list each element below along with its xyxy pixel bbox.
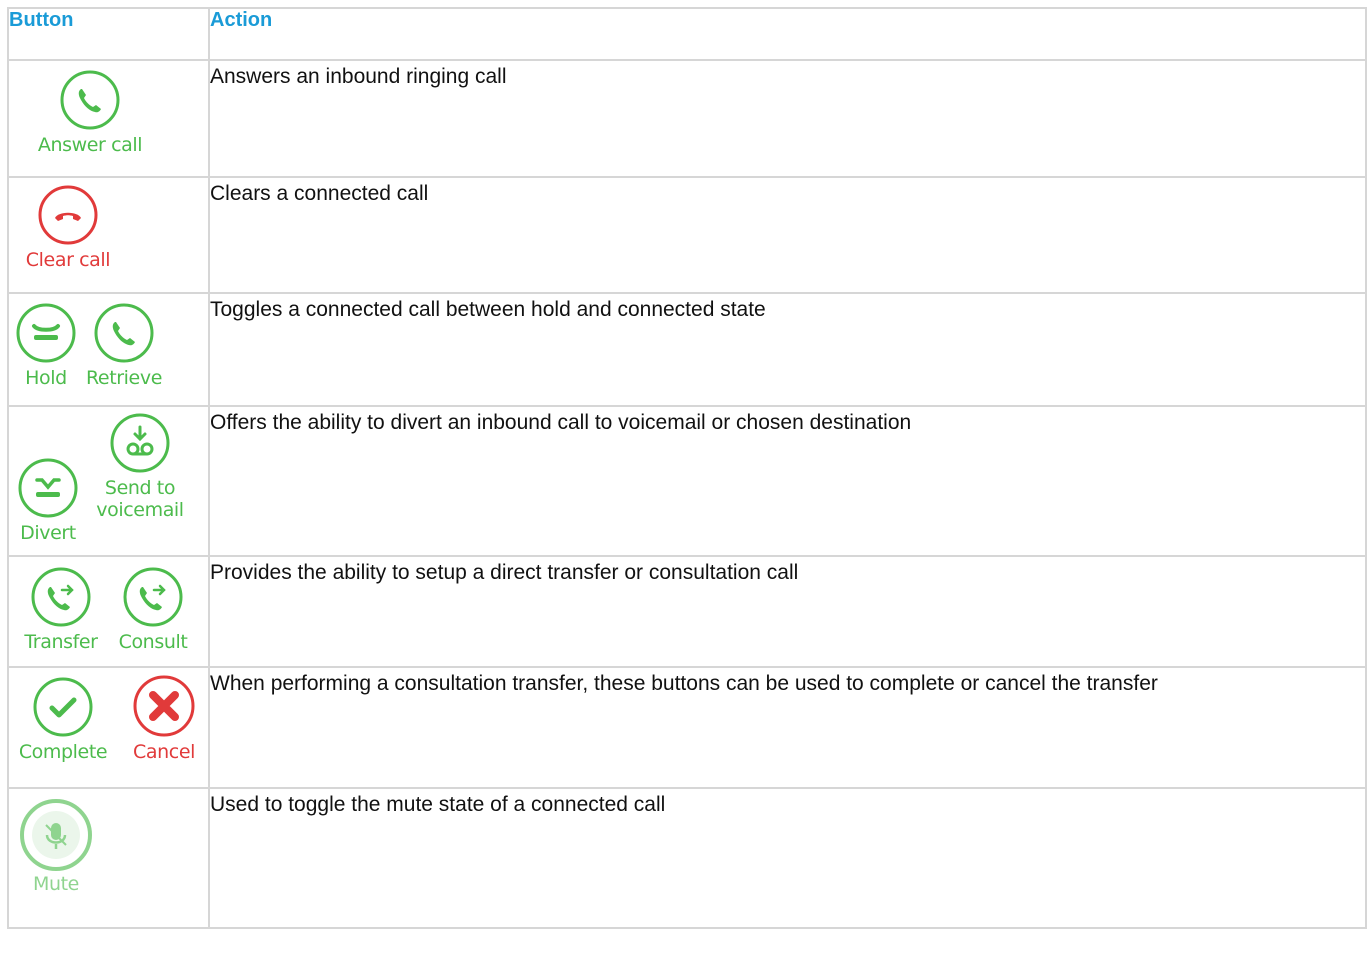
table-row: Mute Used to toggle the mute state of a … (7, 787, 1367, 929)
cancel-x-icon (133, 675, 195, 737)
voicemail-label: voicemail (96, 499, 184, 521)
button-cell: Complete Cancel (7, 666, 210, 789)
clear-call-label: Clear call (25, 249, 111, 271)
action-text: Used to toggle the mute state of a conne… (208, 787, 1367, 929)
transfer-icon (31, 567, 91, 627)
table-row: Transfer Consult Provides the ability to… (7, 555, 1367, 668)
button-cell: Divert Send to voicemail (7, 405, 210, 557)
answer-call-button[interactable]: Answer call (35, 69, 145, 156)
action-text: When performing a consultation transfer,… (208, 666, 1367, 789)
hold-button[interactable]: Hold (11, 302, 81, 389)
phone-icon (94, 303, 154, 363)
table-row: Clear call Clears a connected call (7, 176, 1367, 294)
answer-call-label: Answer call (37, 134, 143, 156)
table-row: Hold Retrieve Toggles a connected call b… (7, 292, 1367, 407)
retrieve-button[interactable]: Retrieve (79, 302, 169, 389)
hold-label: Hold (25, 367, 67, 389)
consult-button[interactable]: Consult (109, 566, 197, 653)
hold-icon (16, 303, 76, 363)
button-cell: Clear call (7, 176, 210, 294)
button-cell: Transfer Consult (7, 555, 210, 668)
divert-button[interactable]: Divert (11, 457, 85, 544)
table-header-row: Button Action (7, 7, 1367, 61)
transfer-label: Transfer (24, 631, 98, 653)
action-text: Offers the ability to divert an inbound … (208, 405, 1367, 557)
divert-label: Divert (20, 522, 76, 544)
action-text: Provides the ability to setup a direct t… (208, 555, 1367, 668)
complete-button[interactable]: Complete (11, 676, 115, 763)
header-button: Button (7, 7, 210, 61)
action-text: Answers an inbound ringing call (208, 59, 1367, 178)
transfer-button[interactable]: Transfer (13, 566, 109, 653)
send-to-label: Send to (104, 477, 176, 499)
divert-icon (18, 458, 78, 518)
send-to-voicemail-button[interactable]: Send to voicemail (87, 412, 193, 521)
voicemail-icon (110, 413, 170, 473)
consult-label: Consult (118, 631, 188, 653)
complete-label: Complete (18, 741, 108, 763)
cancel-label: Cancel (133, 741, 195, 763)
action-text: Clears a connected call (208, 176, 1367, 294)
microphone-mute-icon (20, 799, 92, 871)
action-text: Toggles a connected call between hold an… (208, 292, 1367, 407)
hangup-icon (38, 185, 98, 245)
button-cell: Mute (7, 787, 210, 929)
button-cell: Hold Retrieve (7, 292, 210, 407)
phone-icon (60, 70, 120, 130)
button-action-table: Button Action Answer call Answers an inb… (7, 7, 1367, 929)
transfer-icon (123, 567, 183, 627)
clear-call-button[interactable]: Clear call (13, 184, 123, 271)
cancel-button[interactable]: Cancel (123, 674, 205, 763)
mute-label: Mute (33, 873, 79, 895)
header-action: Action (208, 7, 1367, 61)
mute-button[interactable]: Mute (11, 797, 101, 895)
table-row: Divert Send to voicemail Offers the abil… (7, 405, 1367, 557)
table-row: Complete Cancel When performing a consul… (7, 666, 1367, 789)
table-row: Answer call Answers an inbound ringing c… (7, 59, 1367, 178)
button-cell: Answer call (7, 59, 210, 178)
check-icon (33, 677, 93, 737)
retrieve-label: Retrieve (85, 367, 162, 389)
